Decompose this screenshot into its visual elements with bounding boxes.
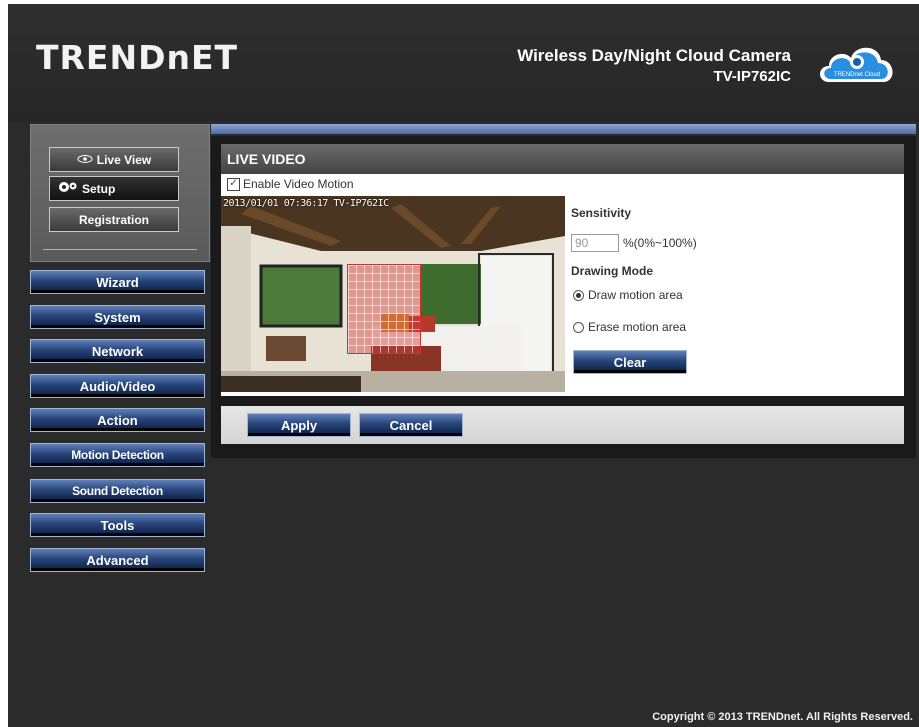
sensitivity-label: Sensitivity [571,206,632,220]
enable-motion-row[interactable]: ✓ Enable Video Motion [227,177,354,191]
nav-audio-video[interactable]: Audio/Video [30,374,205,398]
eye-icon [77,153,93,167]
live-video-feed[interactable]: 2013/01/01 07:36:17 TV-IP762IC [221,196,565,392]
app-frame: TRENDnET Wireless Day/Night Cloud Camera… [8,4,919,727]
nav-tools[interactable]: Tools [30,513,205,537]
cancel-button[interactable]: Cancel [359,413,463,437]
action-bar: Apply Cancel [221,406,904,444]
cloud-label: TRENDnet Cloud [834,72,880,78]
header: TRENDnET Wireless Day/Night Cloud Camera… [8,4,919,122]
section-title: LIVE VIDEO [221,144,904,174]
draw-motion-label: Draw motion area [588,288,683,302]
enable-motion-label: Enable Video Motion [243,177,354,191]
live-view-button[interactable]: Live View [49,147,179,172]
main-panel: LIVE VIDEO ✓ Enable Video Motion 2013/01… [211,136,916,458]
erase-motion-label: Erase motion area [588,320,687,334]
draw-motion-radio[interactable] [573,289,584,301]
registration-label: Registration [78,212,149,227]
content-area: ✓ Enable Video Motion 2013/01/01 07:36:1… [221,174,904,396]
product-title: Wireless Day/Night Cloud Camera [517,46,791,65]
motion-controls: Sensitivity 90 %(0%~100%) Drawing Mode D… [571,196,901,386]
drawing-mode-label: Drawing Mode [571,264,654,278]
nav-advanced[interactable]: Advanced [30,548,205,572]
sensitivity-input[interactable]: 90 [571,234,619,252]
copyright-text: Copyright © 2013 TRENDnet. All Rights Re… [652,711,913,723]
erase-motion-radio[interactable] [573,321,584,333]
product-model: TV-IP762IC [713,68,791,85]
nav-action[interactable]: Action [30,408,205,432]
nav-wizard[interactable]: Wizard [30,270,205,294]
nav-network[interactable]: Network [30,339,205,363]
video-timestamp: 2013/01/01 07:36:17 TV-IP762IC [223,198,389,209]
clear-button[interactable]: Clear [573,350,687,374]
erase-motion-option[interactable]: Erase motion area [573,320,686,334]
nav-sound-detection[interactable]: Sound Detection [30,479,205,503]
apply-button[interactable]: Apply [247,413,351,437]
trendnet-cloud-logo: TRENDnet Cloud [815,38,899,88]
nav-system[interactable]: System [30,305,205,329]
motion-area-grid[interactable] [347,264,421,354]
cloud-icon: TRENDnet Cloud [820,47,893,82]
sensitivity-range: %(0%~100%) [623,236,697,250]
nav-motion-detection[interactable]: Motion Detection [30,443,205,467]
gear-icon [58,180,78,197]
live-view-label: Live View [96,152,152,167]
left-panel: Live View Setup Registration [30,124,210,262]
trendnet-logo: TRENDnET [36,38,239,77]
accent-bar [211,124,916,134]
registration-button[interactable]: Registration [49,207,179,232]
enable-motion-checkbox[interactable]: ✓ [227,177,240,191]
draw-motion-option[interactable]: Draw motion area [573,288,683,302]
setup-button[interactable]: Setup [49,176,179,201]
setup-label: Setup [82,181,116,196]
divider [43,249,197,250]
